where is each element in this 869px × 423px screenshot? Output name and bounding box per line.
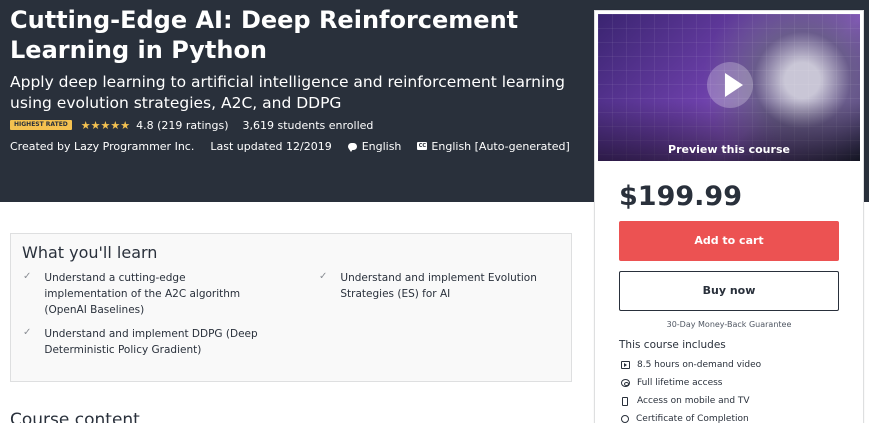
rating-value: 4.8	[136, 118, 154, 132]
course-meta-row: Created by Lazy Programmer Inc. Last upd…	[10, 139, 570, 153]
buy-now-button[interactable]: Buy now	[619, 271, 839, 311]
money-back-guarantee: 30-Day Money-Back Guarantee	[666, 320, 792, 329]
mobile-icon	[622, 396, 628, 406]
check-icon: ✓	[23, 271, 32, 282]
learn-item: ✓ Understand and implement Evolution Str…	[319, 271, 537, 300]
students-enrolled: 3,619 students enrolled	[242, 118, 374, 132]
learn-item: ✓ Understand and implement DDPG (Deep De…	[23, 327, 258, 356]
includes-list: 8.5 hours on-demand video Full lifetime …	[621, 356, 761, 423]
highest-rated-badge: HIGHEST RATED	[10, 120, 72, 130]
add-to-cart-button[interactable]: Add to cart	[619, 221, 839, 261]
course-language: English	[361, 139, 402, 153]
star-rating-icon: ★★★★★	[80, 118, 131, 132]
check-icon: ✓	[319, 271, 328, 282]
purchase-card: Preview this course $199.99 Add to cart …	[594, 10, 864, 423]
course-subtitle: Apply deep learning to artificial intell…	[10, 73, 565, 112]
course-price: $199.99	[619, 181, 742, 212]
check-icon: ✓	[23, 327, 32, 338]
last-updated: Last updated 12/2019	[210, 139, 332, 153]
certificate-icon	[621, 415, 629, 423]
closed-captions-icon: CC	[417, 142, 428, 150]
what-you-will-learn: What you'll learn ✓ Understand a cutting…	[10, 233, 572, 382]
play-button[interactable]	[707, 62, 753, 108]
list-item: 8.5 hours on-demand video	[621, 356, 761, 374]
list-item: Full lifetime access	[621, 374, 761, 392]
list-item: Certificate of Completion	[621, 410, 761, 423]
video-icon	[621, 361, 630, 369]
rating-summary[interactable]: 4.8 (219 ratings)	[136, 119, 228, 132]
infinity-icon	[621, 379, 630, 387]
speech-bubble-icon	[347, 142, 357, 152]
course-content-heading: Course content	[10, 410, 140, 423]
course-preview-video[interactable]: Preview this course	[598, 14, 860, 161]
list-item: Access on mobile and TV	[621, 392, 761, 410]
rating-count: (219 ratings)	[157, 118, 229, 132]
created-by[interactable]: Created by Lazy Programmer Inc.	[10, 140, 194, 153]
learn-title: What you'll learn	[22, 243, 158, 262]
course-captions: English [Auto-generated]	[431, 139, 570, 153]
rating-row: HIGHEST RATED ★★★★★ 4.8 (219 ratings) 3,…	[10, 118, 373, 132]
play-icon	[725, 73, 743, 97]
learn-item: ✓ Understand a cutting-edge implementati…	[23, 271, 241, 316]
course-title: Cutting-Edge AI: Deep Reinforcement Lear…	[10, 6, 519, 64]
preview-label[interactable]: Preview this course	[598, 143, 860, 156]
includes-title: This course includes	[619, 339, 726, 351]
